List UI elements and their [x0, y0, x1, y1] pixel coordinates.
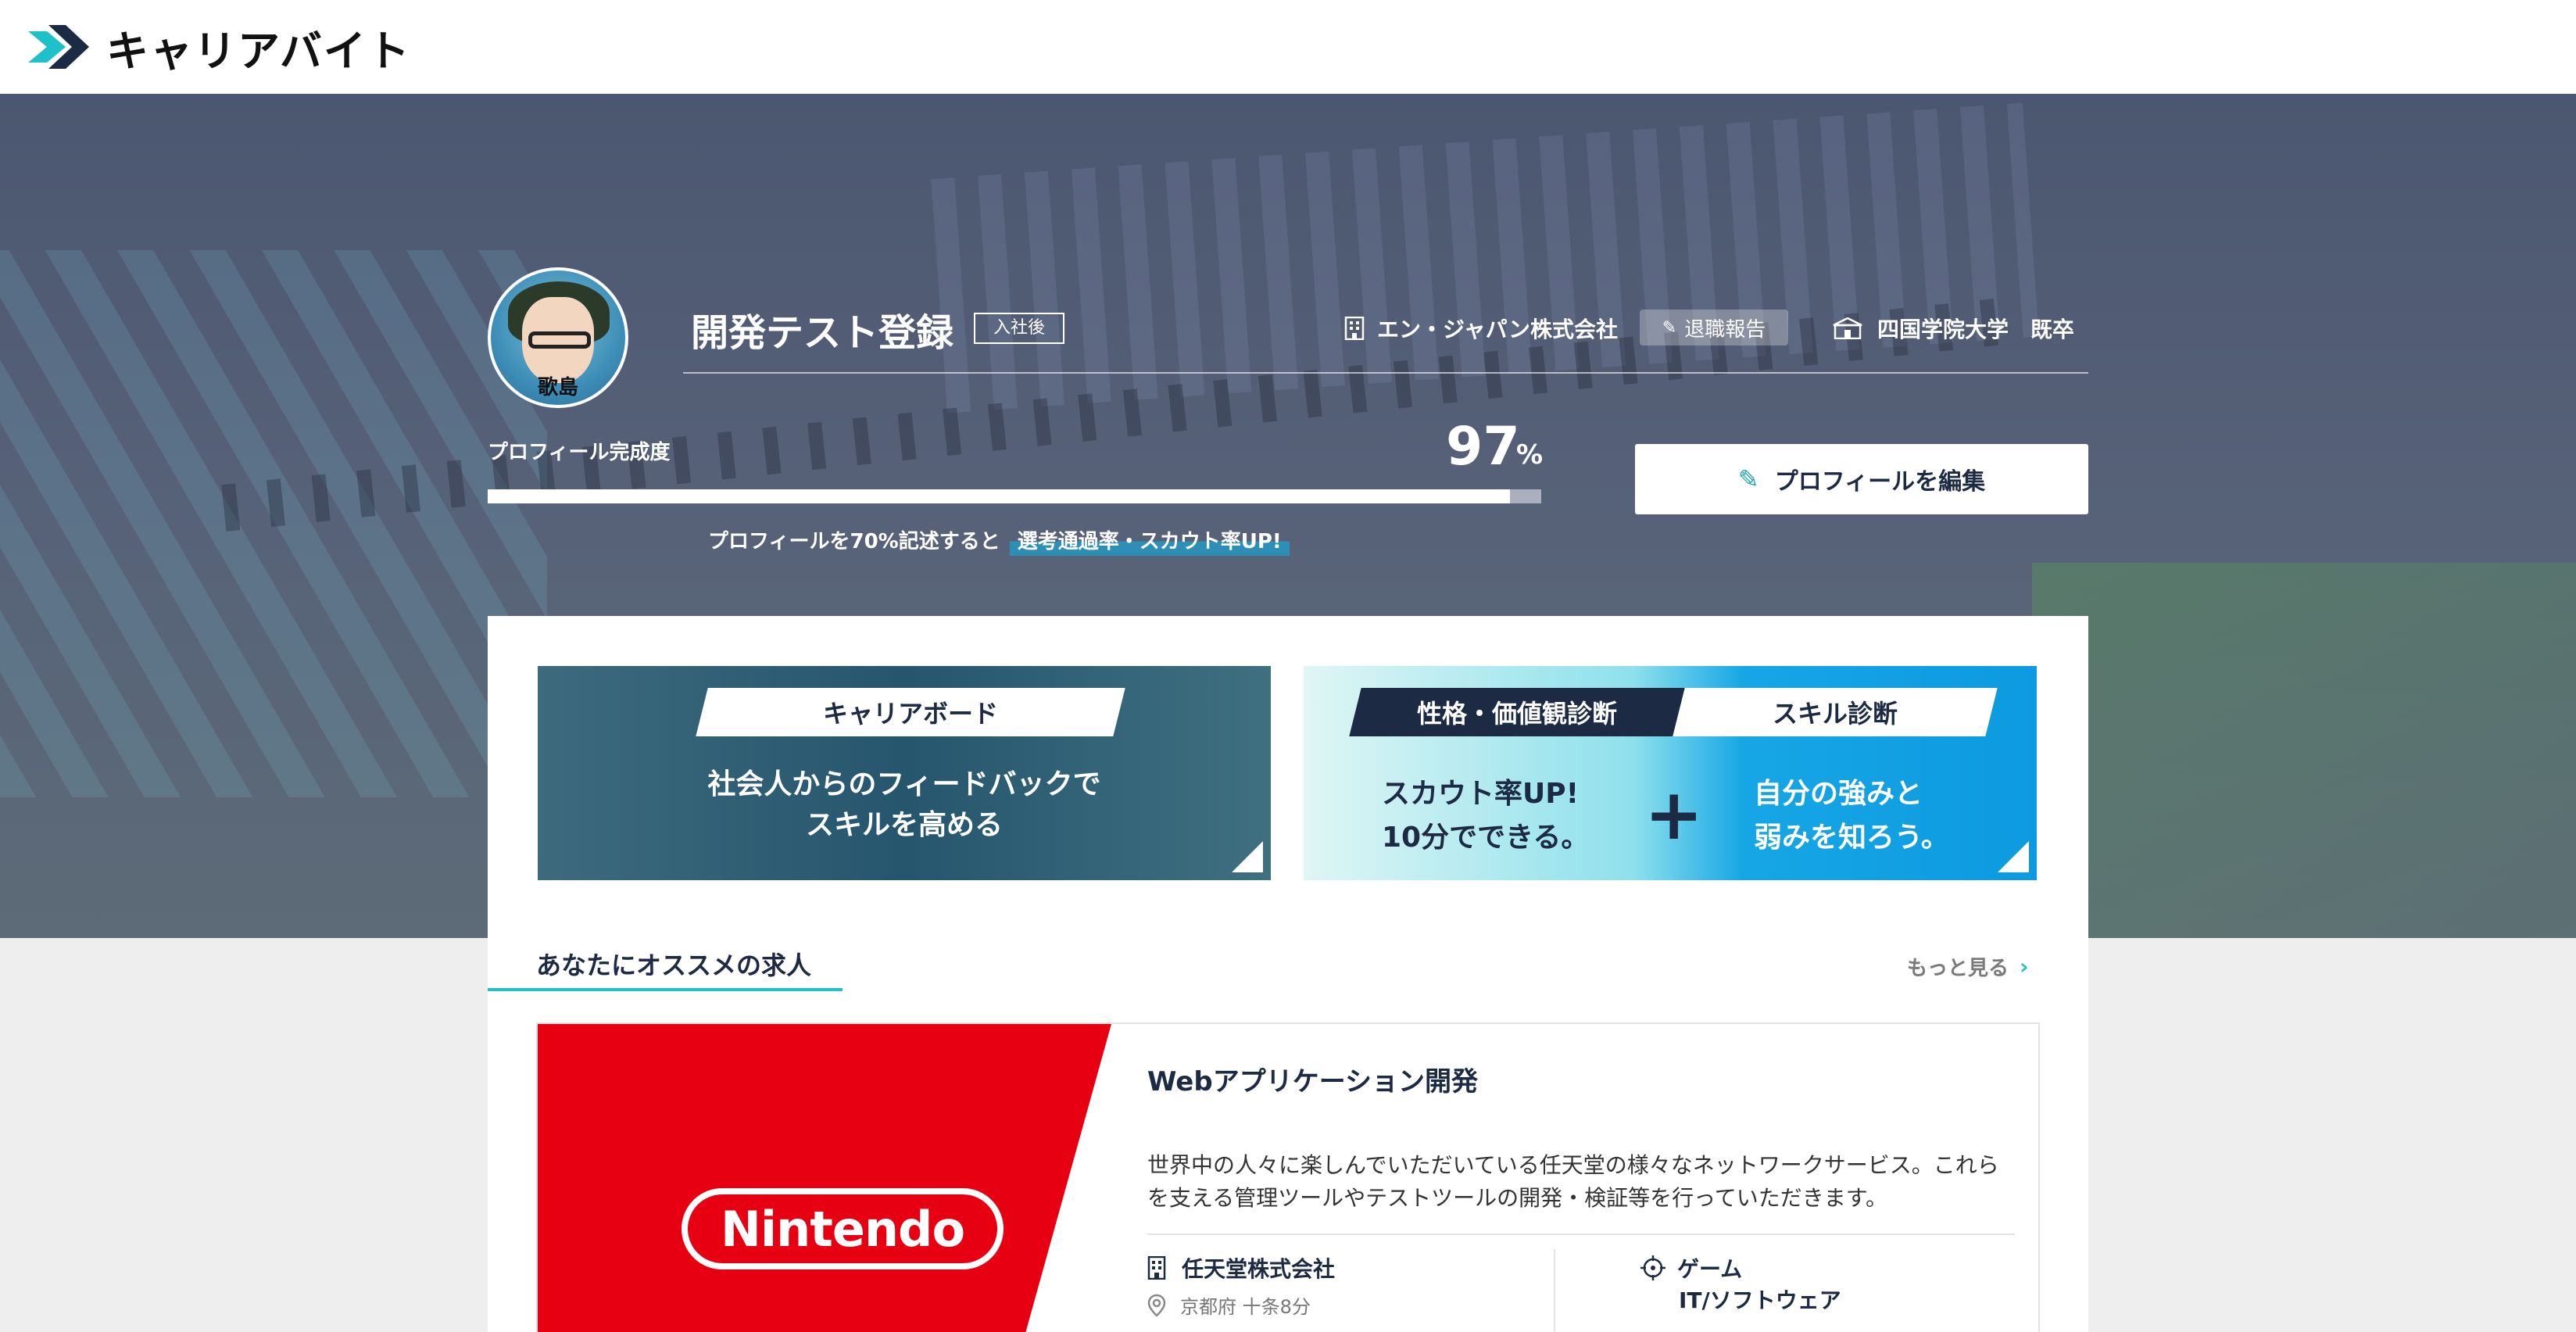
location-pin-icon — [1147, 1294, 1166, 1317]
job-location: 京都府 十条8分 — [1147, 1291, 1311, 1319]
recommend-title: あなたにオススメの求人 — [536, 951, 812, 980]
personality-diagnosis-tag: 性格・価値観診断 — [1349, 688, 1685, 736]
retire-report-label: 退職報告 — [1684, 317, 1766, 342]
profile-divider — [683, 372, 2088, 374]
corner-arrow-icon — [1998, 841, 2029, 872]
graduation-status: 既卒 — [2030, 317, 2075, 342]
avatar-name: 歌島 — [537, 376, 578, 399]
diagnosis-right-line1: 自分の強みと — [1754, 778, 1923, 810]
job-category-label: ゲーム — [1677, 1256, 1743, 1282]
job-title[interactable]: Webアプリケーション開発 — [1147, 1060, 1478, 1098]
diagnosis-right-text: 自分の強みと 弱みを知ろう。 — [1754, 772, 1949, 860]
job-category-sub: IT/ソフトウェア — [1679, 1287, 1841, 1313]
nintendo-logo: Nintendo — [682, 1188, 1004, 1269]
diagnosis-left-line2: 10分でできる。 — [1382, 822, 1590, 854]
diagnosis-right-line2: 弱みを知ろう。 — [1754, 822, 1949, 854]
job-category: ゲーム — [1640, 1252, 1742, 1284]
skill-diagnosis-tag: スキル診断 — [1673, 688, 1998, 736]
main-card: キャリアボード 社会人からのフィードバックで スキルを高める 性格・価値観診断 … — [488, 616, 2088, 1332]
logo-text: キャリアバイト — [106, 26, 411, 76]
completion-label: プロフィール完成度 — [488, 441, 671, 464]
completion-progress-bar — [488, 489, 1541, 503]
edit-profile-button[interactable]: ✎ プロフィールを編集 — [1635, 444, 2088, 514]
school-info: 四国学院大学 既卒 — [1832, 313, 2074, 344]
job-vertical-divider — [1554, 1249, 1555, 1332]
completion-value: 97 — [1446, 416, 1520, 478]
user-name: 開発テスト登録 — [691, 311, 954, 355]
career-board-banner[interactable]: キャリアボード 社会人からのフィードバックで スキルを高める — [538, 666, 1271, 880]
job-divider — [1147, 1234, 2015, 1235]
avatar[interactable]: 歌島 — [488, 267, 628, 408]
logo-mark-icon — [28, 25, 89, 69]
company-name: エン・ジャパン株式会社 — [1377, 317, 1619, 342]
school-icon — [1833, 317, 1862, 339]
current-company: エン・ジャパン株式会社 — [1344, 313, 1618, 344]
personality-diagnosis-label: 性格・価値観診断 — [1416, 699, 1617, 729]
school-name: 四国学院大学 — [1877, 317, 2009, 342]
completion-unit: % — [1516, 439, 1544, 471]
corner-arrow-icon — [1232, 841, 1263, 872]
career-board-tag-label: キャリアボード — [822, 699, 998, 729]
logo[interactable]: キャリアバイト — [28, 22, 411, 76]
job-description: 世界中の人々に楽しんでいただいている任天堂の様々なネットワークサービス。これらを… — [1147, 1152, 1999, 1211]
completion-hint-highlight: 選考通過率・スカウト率UP! — [1009, 524, 1290, 556]
pencil-icon: ✎ — [1737, 464, 1759, 494]
plus-icon: + — [1644, 774, 1704, 856]
career-board-text: 社会人からのフィードバックで スキルを高める — [538, 764, 1271, 846]
job-company: 任天堂株式会社 — [1147, 1252, 1335, 1284]
crosshair-icon — [1640, 1255, 1665, 1280]
see-more-label: もっと見る — [1907, 957, 2009, 980]
diagnosis-left-text: スカウト率UP! 10分でできる。 — [1382, 772, 1589, 860]
career-board-tag: キャリアボード — [696, 688, 1125, 736]
hero-background-decoration — [2032, 563, 2576, 938]
job-company-name: 任天堂株式会社 — [1182, 1256, 1336, 1282]
diagnosis-banner[interactable]: 性格・価値観診断 スキル診断 スカウト率UP! 10分でできる。 + 自分の強み… — [1304, 666, 2037, 880]
chevron-right-icon: › — [2020, 954, 2029, 979]
completion-hint-text: プロフィールを70%記述すると — [708, 530, 1000, 553]
building-icon — [1344, 317, 1365, 340]
career-board-line1: 社会人からのフィードバックで — [707, 768, 1101, 800]
pencil-icon: ✎ — [1662, 317, 1677, 338]
job-card[interactable]: Nintendo Webアプリケーション開発 世界中の人々に楽しんでいただいてい… — [536, 1022, 2040, 1332]
career-board-line2: スキルを高める — [805, 809, 1003, 841]
top-header: キャリアバイト — [0, 0, 2576, 94]
see-more-link[interactable]: もっと見る › — [1907, 952, 2029, 981]
building-icon — [1147, 1256, 1166, 1280]
status-badge: 入社後 — [974, 313, 1064, 344]
skill-diagnosis-label: スキル診断 — [1772, 699, 1898, 729]
completion-hint: プロフィールを70%記述すると 選考通過率・スカウト率UP! — [708, 524, 1290, 556]
edit-profile-label: プロフィールを編集 — [1774, 468, 1986, 496]
diagnosis-left-line1: スカウト率UP! — [1382, 778, 1580, 810]
recommend-title-underline — [488, 988, 843, 991]
completion-progress-fill — [488, 489, 1510, 503]
retire-report-button[interactable]: ✎ 退職報告 — [1640, 310, 1788, 346]
job-image: Nintendo — [538, 1024, 1111, 1332]
job-location-text: 京都府 十条8分 — [1180, 1296, 1311, 1318]
